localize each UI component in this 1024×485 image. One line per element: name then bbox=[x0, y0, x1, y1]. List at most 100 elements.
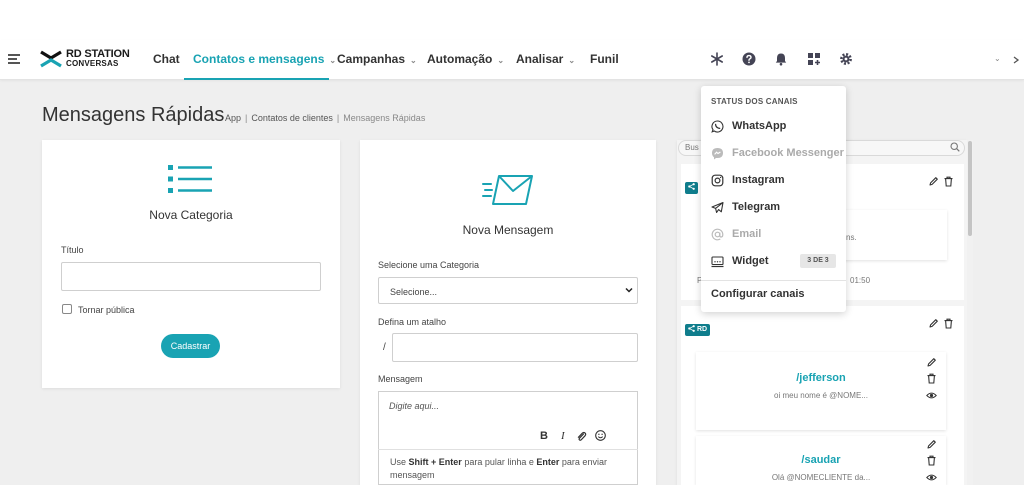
gear-icon[interactable] bbox=[839, 52, 853, 66]
messages-search-placeholder: Bus bbox=[685, 143, 699, 152]
breadcrumb-app[interactable]: App bbox=[225, 113, 241, 123]
rd-badge bbox=[685, 182, 698, 194]
channel-label: Telegram bbox=[732, 201, 781, 213]
breadcrumb-sep: | bbox=[336, 113, 340, 123]
instagram-icon bbox=[711, 174, 724, 186]
send-mail-icon bbox=[482, 175, 533, 205]
attachment-icon[interactable] bbox=[576, 431, 587, 442]
breadcrumb-sep: | bbox=[245, 113, 248, 123]
widget-icon bbox=[711, 255, 724, 267]
public-label: Tornar pública bbox=[78, 305, 135, 315]
active-tab-indicator bbox=[184, 78, 329, 80]
shortcut-input[interactable] bbox=[392, 333, 638, 362]
channel-telegram[interactable]: Telegram bbox=[711, 199, 780, 215]
panel-scrollbar-thumb[interactable] bbox=[968, 141, 972, 236]
titulo-input[interactable] bbox=[61, 262, 321, 291]
main-navbar: RD STATION CONVERSAS Chat Contatos e men… bbox=[0, 40, 1024, 93]
category-select-value: Selecione... bbox=[390, 287, 438, 297]
channel-status-heading: STATUS DOS CANAIS bbox=[711, 97, 798, 106]
nav-funil-label: Funil bbox=[590, 52, 619, 66]
telegram-icon bbox=[711, 201, 724, 213]
bold-button[interactable]: B bbox=[540, 430, 548, 442]
help-key-shift-enter: Shift + Enter bbox=[408, 457, 462, 467]
messenger-icon bbox=[712, 147, 723, 159]
configure-channels-link[interactable]: Configurar canais bbox=[711, 288, 805, 300]
nav-chat-label: Chat bbox=[153, 52, 180, 66]
nav-automacao-label: Automação bbox=[427, 52, 493, 66]
trash-icon[interactable] bbox=[943, 176, 954, 187]
top-spacer bbox=[0, 0, 1024, 40]
help-icon[interactable] bbox=[742, 52, 756, 66]
channel-facebook-messenger[interactable]: Facebook Messenger bbox=[711, 145, 844, 161]
breadcrumb-current: Mensagens Rápidas bbox=[343, 113, 426, 123]
message-partial-text: ns. bbox=[846, 233, 857, 242]
cadastrar-button[interactable]: Cadastrar bbox=[161, 334, 220, 358]
brand-line1: RD STATION bbox=[66, 48, 130, 60]
nav-analisar-label: Analisar bbox=[516, 52, 564, 66]
apps-add-icon[interactable] bbox=[807, 52, 821, 66]
list-icon bbox=[168, 165, 212, 193]
brand-line2: CONVERSAS bbox=[66, 59, 119, 68]
bell-icon[interactable] bbox=[774, 52, 788, 66]
new-message-title: Nova Mensagem bbox=[462, 223, 554, 237]
nav-contatos-label: Contatos e mensagens bbox=[193, 52, 325, 66]
edit-icon[interactable] bbox=[928, 318, 939, 329]
share-icon bbox=[688, 325, 695, 332]
nav-automacao[interactable]: Automação ⌄ bbox=[427, 52, 504, 66]
message-shortcut: /saudar bbox=[801, 454, 841, 466]
message-shortcut: /jefferson bbox=[796, 372, 846, 384]
channel-widget[interactable]: Widget bbox=[711, 253, 769, 269]
eye-icon[interactable] bbox=[926, 390, 937, 401]
channel-label: Instagram bbox=[732, 174, 785, 186]
message-preview: oi meu nome é @NOME... bbox=[774, 391, 868, 400]
new-category-title: Nova Categoria bbox=[149, 208, 233, 222]
whatsapp-icon bbox=[711, 119, 724, 133]
channel-label: Facebook Messenger bbox=[732, 147, 844, 159]
snowflake-icon[interactable] bbox=[710, 52, 724, 66]
message-placeholder: Digite aqui... bbox=[389, 401, 440, 411]
search-icon[interactable] bbox=[950, 142, 960, 152]
channel-whatsapp[interactable]: WhatsApp bbox=[711, 118, 786, 134]
edit-icon[interactable] bbox=[926, 439, 937, 450]
italic-button[interactable]: I bbox=[561, 430, 565, 442]
nav-analisar[interactable]: Analisar ⌄ bbox=[516, 52, 575, 66]
channel-label: WhatsApp bbox=[732, 120, 787, 132]
nav-contatos-mensagens[interactable]: Contatos e mensagens ⌄ bbox=[193, 52, 336, 66]
message-preview: Olá @NOMECLIENTE da... bbox=[771, 473, 871, 482]
brand-logo[interactable]: RD STATION CONVERSAS bbox=[40, 48, 130, 70]
editor-help-text: Use Shift + Enter para pular linha e Ent… bbox=[390, 456, 636, 482]
shortcut-prefix: / bbox=[383, 342, 386, 353]
widget-count-badge: 3 DE 3 bbox=[800, 254, 836, 268]
chevron-down-icon: ⌄ bbox=[497, 56, 505, 65]
page-title: Mensagens Rápidas bbox=[42, 104, 225, 126]
account-chevron-icon[interactable]: ⌄ bbox=[994, 54, 1001, 63]
channel-email[interactable]: Email bbox=[711, 226, 761, 242]
edit-icon[interactable] bbox=[926, 357, 937, 368]
nav-chat[interactable]: Chat bbox=[153, 52, 180, 66]
chevron-down-icon: ⌄ bbox=[329, 56, 337, 65]
nav-campanhas[interactable]: Campanhas ⌄ bbox=[337, 52, 417, 66]
rd-logo-icon bbox=[40, 50, 62, 68]
chevron-down-icon bbox=[625, 287, 633, 293]
menu-icon[interactable] bbox=[8, 54, 20, 64]
help-mid: para pular linha e bbox=[464, 457, 534, 467]
breadcrumb-clientes[interactable]: Contatos de clientes bbox=[251, 113, 333, 123]
eye-icon[interactable] bbox=[926, 472, 937, 483]
emoji-icon[interactable] bbox=[595, 430, 606, 441]
message-partial-time: 01:50 bbox=[850, 276, 871, 285]
chevron-down-icon: ⌄ bbox=[568, 56, 576, 65]
nav-funil[interactable]: Funil bbox=[590, 52, 619, 66]
help-use: Use bbox=[390, 457, 407, 467]
rd-badge-label: RD bbox=[696, 326, 708, 333]
editor-divider bbox=[378, 449, 638, 450]
trash-icon[interactable] bbox=[926, 373, 937, 384]
channel-label: Widget bbox=[732, 255, 769, 267]
trash-icon[interactable] bbox=[926, 455, 937, 466]
public-checkbox[interactable] bbox=[62, 304, 72, 314]
help-key-enter: Enter bbox=[536, 457, 560, 467]
breadcrumb: App | Contatos de clientes | Mensagens Rápid… bbox=[225, 113, 425, 123]
trash-icon[interactable] bbox=[943, 318, 954, 329]
channel-instagram[interactable]: Instagram bbox=[711, 172, 785, 188]
chevron-right-icon[interactable] bbox=[1012, 56, 1020, 64]
edit-icon[interactable] bbox=[928, 176, 939, 187]
